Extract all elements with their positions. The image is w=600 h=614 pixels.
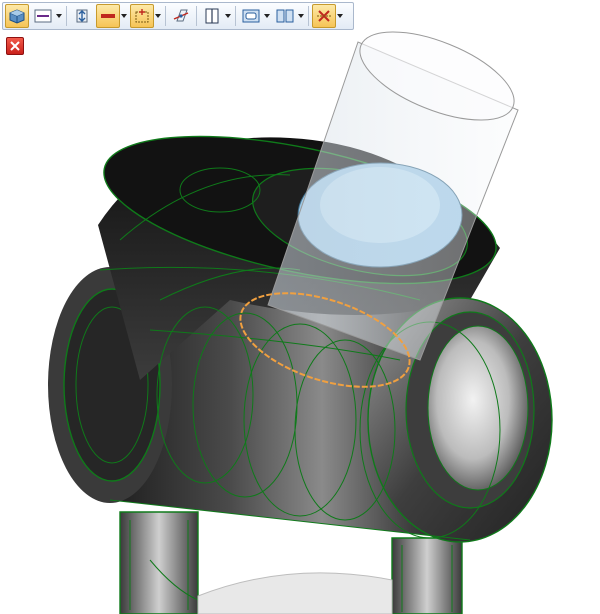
color-dropdown[interactable] [120,4,128,28]
clear-button[interactable] [312,4,336,28]
snap-dropdown[interactable] [154,4,162,28]
color-control[interactable] [96,4,128,28]
shaded-cube-icon [9,9,25,24]
toolbar-separator [308,6,309,26]
snap-frame-icon [135,9,149,23]
view-style-button[interactable] [5,4,29,28]
command-toolbar [2,2,354,30]
line-style-dropdown[interactable] [55,4,63,28]
chevron-down-icon [298,14,304,18]
chevron-down-icon [155,14,161,18]
toolbar-separator [165,6,166,26]
line-style-icon [34,9,52,23]
toolbar-separator [66,6,67,26]
chevron-down-icon [56,14,62,18]
chevron-down-icon [337,14,343,18]
clear-dropdown[interactable] [336,4,344,28]
clear-control[interactable] [312,4,344,28]
display-dropdown[interactable] [263,4,271,28]
close-button[interactable] [6,37,24,55]
left-leg [119,511,199,614]
plane-axis-icon [173,9,189,22]
close-icon [10,41,20,51]
chevron-down-icon [225,14,231,18]
color-button[interactable] [96,4,120,28]
split-control[interactable] [273,4,305,28]
line-style-button[interactable] [31,4,55,28]
line-style-control[interactable] [31,4,63,28]
snap-control[interactable] [130,4,162,28]
toolbar-separator [235,6,236,26]
split-dropdown[interactable] [297,4,305,28]
split-panes-icon [276,9,294,23]
color-bar-icon [101,14,115,18]
section-button[interactable] [200,4,224,28]
chevron-down-icon [264,14,270,18]
display-button[interactable] [239,4,263,28]
display-control[interactable] [239,4,271,28]
section-dropdown[interactable] [224,4,232,28]
snap-button[interactable] [130,4,154,28]
display-rect-icon [242,9,260,23]
toolbar-separator [196,6,197,26]
chevron-down-icon [121,14,127,18]
view-orient-button[interactable] [70,4,94,28]
section-control[interactable] [200,4,232,28]
plane-button[interactable] [169,4,193,28]
right-leg [391,537,463,614]
split-button[interactable] [273,4,297,28]
orient-arrows-icon [76,9,88,23]
cad-viewport[interactable] [0,0,600,614]
section-view-icon [205,8,219,24]
clear-x-icon [317,10,331,22]
base-plate [197,572,393,614]
